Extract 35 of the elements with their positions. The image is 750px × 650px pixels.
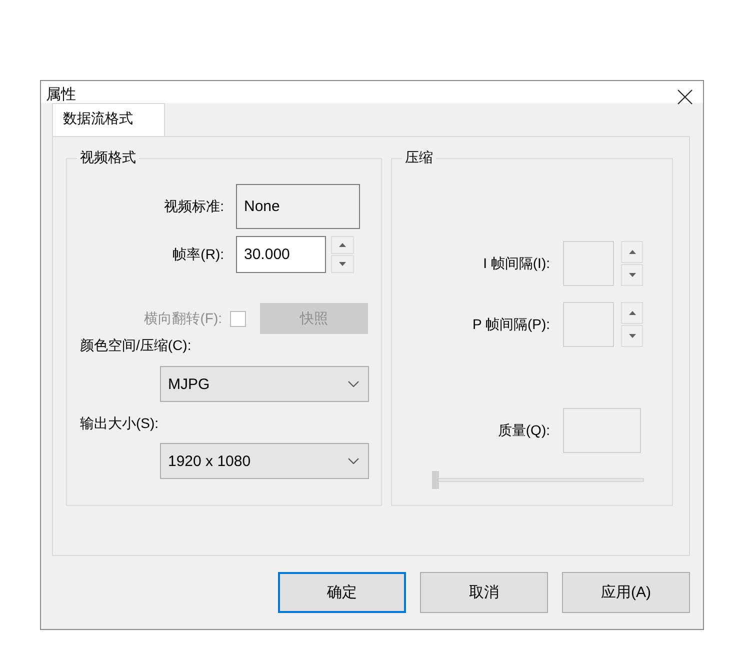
dropdown[interactable]: 1920 x 1080 — [160, 443, 369, 479]
down-triangle-icon — [628, 273, 636, 277]
field-label: P 帧间隔(P): — [471, 316, 551, 334]
chevron-down-icon — [348, 381, 359, 387]
slider-thumb[interactable] — [432, 471, 439, 489]
down-triangle-icon — [628, 334, 636, 338]
spin-down-button[interactable] — [621, 325, 643, 347]
spin-down-button[interactable] — [331, 255, 354, 273]
dialog-button[interactable]: 确定 — [278, 572, 406, 613]
down-triangle-icon — [339, 262, 346, 266]
chevron-down-icon — [348, 458, 359, 464]
close-icon[interactable] — [677, 89, 693, 105]
quality-slider[interactable] — [432, 471, 644, 489]
window-title: 属性 — [46, 87, 76, 103]
spin-up-button[interactable] — [331, 236, 354, 254]
field-label: 质量(Q): — [496, 422, 551, 440]
group-title: 视频格式 — [80, 149, 136, 165]
up-triangle-icon — [628, 311, 636, 315]
up-triangle-icon — [628, 250, 636, 254]
checkbox-label: 横向翻转(F): — [143, 310, 222, 328]
dialog-button[interactable]: 取消 — [420, 572, 548, 613]
field-label: I 帧间隔(I): — [482, 254, 551, 272]
spin-down-button[interactable] — [621, 264, 643, 286]
up-triangle-icon — [339, 243, 346, 247]
dropdown[interactable]: MJPG — [160, 366, 369, 402]
group-title: 压缩 — [405, 149, 433, 165]
input-field[interactable]: 30.000 — [236, 236, 326, 273]
field-label: 颜色空间/压缩(C): — [80, 337, 192, 353]
dialog-button[interactable]: 应用(A) — [562, 572, 690, 613]
spin-up-button[interactable] — [621, 302, 643, 324]
field-label: 帧率(R): — [172, 246, 225, 264]
spin-up-button[interactable] — [621, 241, 643, 263]
tab[interactable]: 数据流格式 — [52, 103, 165, 136]
field-label: 输出大小(S): — [80, 415, 159, 431]
field-label: 视频标准: — [163, 198, 225, 216]
